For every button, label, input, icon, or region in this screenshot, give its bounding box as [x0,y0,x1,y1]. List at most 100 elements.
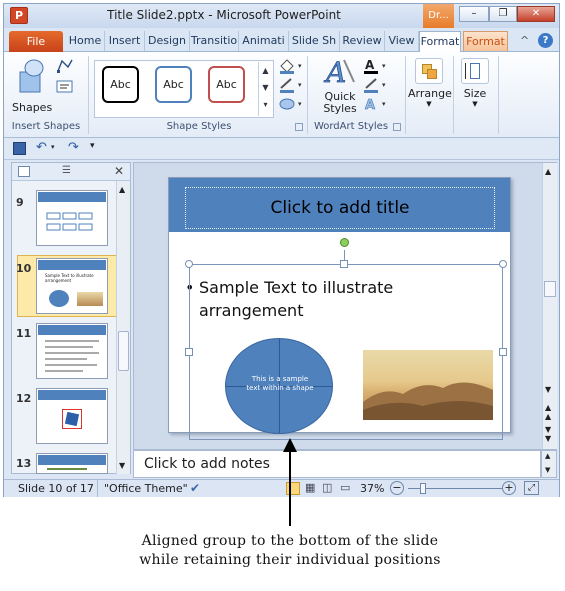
arrange-label: Arrange [408,87,452,100]
tab-slide-show[interactable]: Slide Sh [289,31,340,51]
tab-view[interactable]: View [385,31,419,51]
resize-handle[interactable] [499,348,507,356]
chevron-down-icon[interactable]: ▾ [51,143,55,151]
svg-text:▾: ▾ [298,100,302,108]
size-button[interactable]: Size ▼ [454,58,496,120]
size-label: Size [463,87,487,100]
redo-icon[interactable]: ↷ [68,140,79,155]
zoom-out-icon[interactable]: − [390,481,404,495]
text-effects-icon[interactable]: A ▾ [363,96,389,114]
powerpoint-window: P Title Slide2.pptx - Microsoft PowerPoi… [3,3,560,497]
svg-text:▾: ▾ [298,62,302,70]
close-button[interactable]: ✕ [517,6,555,22]
slide-thumbnail-12[interactable] [36,388,108,444]
text-box-icon[interactable] [56,80,74,94]
slide-thumbnail-10[interactable]: Sample Text to illustrate arrangement [36,258,108,314]
zoom-level[interactable]: 37% [360,482,384,495]
slide-thumbnail-9[interactable] [36,190,108,246]
text-fill-icon[interactable]: A ▾ [363,58,389,74]
tab-animations[interactable]: Animati [239,31,289,51]
tab-insert[interactable]: Insert [105,31,145,51]
slide-thumbnail-13[interactable] [36,453,108,474]
outline-tab-icon[interactable]: ☰ [62,165,78,178]
save-icon[interactable] [13,142,26,155]
drawing-tools-context-tab[interactable]: Dr... [423,4,454,28]
next-slide-icon[interactable]: ▼ ▼ [545,425,551,443]
shape-styles-launcher-icon[interactable] [295,123,303,131]
shapes-button[interactable]: Shapes [12,58,52,118]
shape-style-1[interactable]: Abc [102,66,139,103]
scroll-up-icon[interactable]: ▲ [545,452,550,460]
restore-button[interactable]: ❐ [489,6,517,22]
slide-scrollbar[interactable]: ▲ ▼ ▲ ▲ ▼ ▼ [542,163,557,449]
rotate-handle[interactable] [340,238,349,247]
undo-icon[interactable]: ↶ [36,140,47,155]
scroll-up-icon[interactable]: ▲ [119,185,125,194]
resize-handle[interactable] [499,260,507,268]
title-placeholder[interactable]: Click to add title [185,187,495,229]
shape-fill-icon[interactable]: ▾ [278,58,304,74]
slide-sorter-icon[interactable]: ▦ [305,481,315,494]
slide-thumbnail-11[interactable] [36,323,108,379]
customize-qat-icon[interactable]: ▾ [90,141,95,151]
tab-format-active[interactable]: Format [419,31,461,52]
fit-to-window-icon[interactable]: ⤢ [524,481,539,495]
resize-handle[interactable] [185,260,193,268]
spelling-check-icon[interactable]: ✔ [190,481,200,495]
svg-text:▾: ▾ [298,81,302,89]
slide-editing-area: Click to add title • Sample Text to illu… [133,162,557,450]
tab-design[interactable]: Design [145,31,190,51]
theme-name[interactable]: "Office Theme" [104,482,188,495]
scroll-thumb[interactable] [544,281,556,297]
scroll-thumb[interactable] [118,331,129,371]
wordart-launcher-icon[interactable] [393,123,401,131]
help-icon[interactable]: ? [538,33,553,48]
caption-line-2: while retaining their individual positio… [139,552,441,568]
svg-text:▾: ▾ [382,100,386,108]
shape-effects-icon[interactable]: ▾ [278,96,304,112]
arrange-button[interactable]: Arrange ▼ [408,58,452,120]
annotation-arrow-line [289,442,291,526]
tab-review[interactable]: Review [340,31,385,51]
group-separator [498,56,499,134]
tab-transitions[interactable]: Transitio [190,31,239,51]
reading-view-icon[interactable]: ◫ [322,481,332,494]
group-selection-box [189,264,503,440]
thumb-number: 12 [16,392,32,405]
minimize-ribbon-icon[interactable]: ^ [520,34,529,47]
zoom-in-icon[interactable]: + [502,481,516,495]
shape-outline-icon[interactable]: ▾ [278,77,304,93]
status-bar: Slide 10 of 17 "Office Theme" ✔ ▦ ◫ ▭ 37… [4,479,559,497]
scroll-down-icon[interactable]: ▼ [545,385,551,394]
zoom-slider-thumb[interactable] [420,483,426,494]
resize-handle[interactable] [185,348,193,356]
text-outline-icon[interactable]: ▾ [363,77,389,93]
scroll-up-icon[interactable]: ▲ [545,167,551,176]
group-separator [405,56,406,134]
scroll-down-icon[interactable]: ▼ [545,466,550,474]
insert-shapes-group-label: Insert Shapes [11,121,81,132]
edit-shape-icon[interactable] [56,58,74,74]
slides-tab-icon[interactable] [18,166,30,177]
previous-slide-icon[interactable]: ▲ ▲ [545,403,551,421]
tab-home[interactable]: Home [66,31,105,51]
tab-format-picture[interactable]: Format [463,31,508,51]
shape-style-3[interactable]: Abc [208,66,245,103]
shape-style-2[interactable]: Abc [155,66,192,103]
tab-file[interactable]: File [9,31,63,52]
slide-show-icon[interactable]: ▭ [340,481,350,494]
close-pane-icon[interactable]: ✕ [114,164,124,178]
shapes-label: Shapes [12,101,53,114]
svg-text:A: A [365,98,375,112]
notes-scrollbar[interactable]: ▲ ▼ [541,450,557,478]
quick-styles-button[interactable]: A Quick Styles [320,56,360,118]
size-icon [461,58,489,84]
slide-canvas[interactable]: Click to add title • Sample Text to illu… [168,177,511,440]
scroll-down-icon[interactable]: ▼ [119,461,125,470]
resize-handle[interactable] [340,260,348,268]
slides-pane-scrollbar[interactable]: ▲ ▼ [116,181,130,474]
thumb-number: 10 [16,262,32,275]
gallery-scroll[interactable]: ▲ ▼ ▾ [258,62,272,116]
minimize-button[interactable]: – [459,6,489,22]
notes-pane[interactable]: Click to add notes [133,450,541,478]
